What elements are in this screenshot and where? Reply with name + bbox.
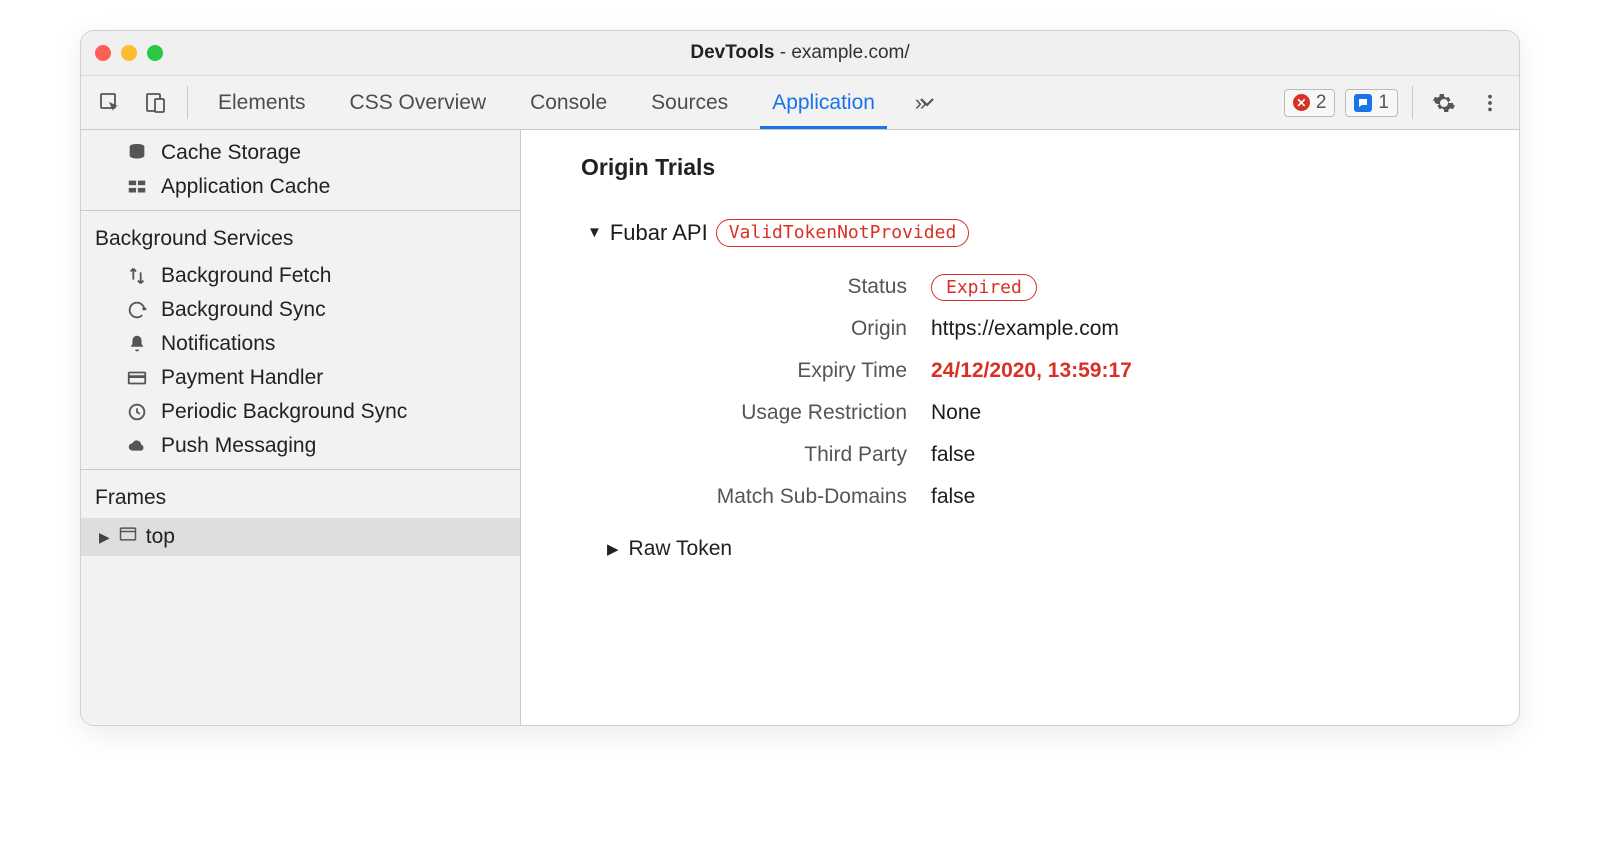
error-count-pill[interactable]: ✕ 2 (1284, 89, 1336, 117)
sidebar-item-payment-handler[interactable]: Payment Handler (81, 361, 520, 395)
devtools-window: DevTools - example.com/ Elements CSS Ove… (80, 30, 1520, 726)
sidebar-item-label: Periodic Background Sync (161, 400, 407, 424)
kv-label-third-party: Third Party (607, 443, 907, 467)
kv-label-status: Status (607, 275, 907, 299)
sidebar-item-notifications[interactable]: Notifications (81, 327, 520, 361)
status-expired-badge: Expired (931, 274, 1037, 301)
sidebar-item-frame-top[interactable]: ▶ top (81, 518, 520, 556)
divider (187, 86, 188, 119)
frame-label: top (146, 525, 175, 549)
sidebar-item-background-fetch[interactable]: Background Fetch (81, 259, 520, 293)
sidebar-group-frames: Frames ▶ top (81, 469, 520, 562)
cloud-icon (125, 435, 149, 457)
title-location: example.com/ (791, 42, 909, 63)
sidebar-item-background-sync[interactable]: Background Sync (81, 293, 520, 327)
kv-label-expiry: Expiry Time (607, 359, 907, 383)
disclosure-triangle-icon: ▼ (587, 224, 602, 241)
issues-count-pill[interactable]: 1 (1345, 89, 1398, 117)
tab-css-overview[interactable]: CSS Overview (330, 76, 507, 129)
tab-application[interactable]: Application (752, 76, 895, 129)
issues-icon (1354, 94, 1372, 112)
sidebar-heading: Background Services (81, 217, 520, 259)
sidebar-item-label: Payment Handler (161, 366, 323, 390)
sidebar-item-cache-storage[interactable]: Cache Storage (81, 136, 520, 170)
clock-icon (125, 401, 149, 423)
status-area: ✕ 2 1 (1284, 76, 1402, 129)
minimize-window-button[interactable] (121, 45, 137, 61)
issues-count: 1 (1378, 92, 1389, 114)
settings-button[interactable] (1423, 76, 1465, 129)
sidebar-item-label: Background Sync (161, 298, 326, 322)
sidebar-item-label: Background Fetch (161, 264, 331, 288)
inspect-element-button[interactable] (89, 76, 131, 129)
main-panel: Origin Trials ▼ Fubar API ValidTokenNotP… (521, 130, 1519, 725)
sidebar-item-label: Notifications (161, 332, 275, 356)
kv-label-origin: Origin (607, 317, 907, 341)
tab-elements[interactable]: Elements (198, 76, 326, 129)
window-icon (118, 524, 138, 550)
toggle-device-toolbar-button[interactable] (135, 76, 177, 129)
tab-console[interactable]: Console (510, 76, 627, 129)
grid-icon (125, 176, 149, 198)
disclosure-triangle-icon: ▶ (607, 540, 619, 558)
tabs-overflow-button[interactable]: » (899, 76, 943, 129)
credit-card-icon (125, 367, 149, 389)
title-app: DevTools (690, 42, 774, 63)
tab-bar: Elements CSS Overview Console Sources Ap… (81, 75, 1519, 130)
disclosure-triangle-icon: ▶ (99, 529, 110, 546)
raw-token-label: Raw Token (629, 537, 733, 561)
trial-header[interactable]: ▼ Fubar API ValidTokenNotProvided (581, 219, 1485, 247)
sidebar-item-label: Push Messaging (161, 434, 316, 458)
kv-label-subdomains: Match Sub-Domains (607, 485, 907, 509)
sync-icon (125, 299, 149, 321)
sidebar-group-cache: Cache Storage Application Cache (81, 130, 520, 210)
kv-value-status: Expired (931, 275, 1485, 299)
sidebar-item-periodic-background-sync[interactable]: Periodic Background Sync (81, 395, 520, 429)
divider (1412, 86, 1413, 119)
close-window-button[interactable] (95, 45, 111, 61)
sidebar-item-application-cache[interactable]: Application Cache (81, 170, 520, 204)
sidebar-item-push-messaging[interactable]: Push Messaging (81, 429, 520, 463)
bell-icon (125, 333, 149, 355)
kv-label-usage: Usage Restriction (607, 401, 907, 425)
sidebar-item-label: Cache Storage (161, 141, 301, 165)
trial-name: Fubar API (610, 220, 708, 246)
kebab-menu-button[interactable] (1469, 76, 1511, 129)
kv-value-third-party: false (931, 443, 1485, 467)
panel-title: Origin Trials (581, 154, 1485, 181)
kv-value-subdomains: false (931, 485, 1485, 509)
maximize-window-button[interactable] (147, 45, 163, 61)
kv-value-expiry: 24/12/2020, 13:59:17 (931, 359, 1485, 383)
sidebar-item-label: Application Cache (161, 175, 330, 199)
database-icon (125, 142, 149, 164)
content-area: Cache Storage Application Cache Backgrou… (81, 130, 1519, 725)
application-sidebar: Cache Storage Application Cache Backgrou… (81, 130, 521, 725)
tab-sources[interactable]: Sources (631, 76, 748, 129)
trial-details-grid: Status Expired Origin https://example.co… (607, 275, 1485, 509)
window-title: DevTools - example.com/ (81, 42, 1519, 64)
trial-status-badge: ValidTokenNotProvided (716, 219, 970, 247)
titlebar: DevTools - example.com/ (81, 31, 1519, 75)
arrows-updown-icon (125, 265, 149, 287)
raw-token-toggle[interactable]: ▶ Raw Token (581, 537, 1485, 561)
error-icon: ✕ (1293, 94, 1310, 111)
kv-value-usage: None (931, 401, 1485, 425)
sidebar-group-bg-services: Background Services Background Fetch Bac… (81, 210, 520, 469)
sidebar-heading: Frames (81, 476, 520, 518)
kv-value-origin: https://example.com (931, 317, 1485, 341)
error-count: 2 (1316, 92, 1327, 114)
traffic-lights (95, 45, 163, 61)
